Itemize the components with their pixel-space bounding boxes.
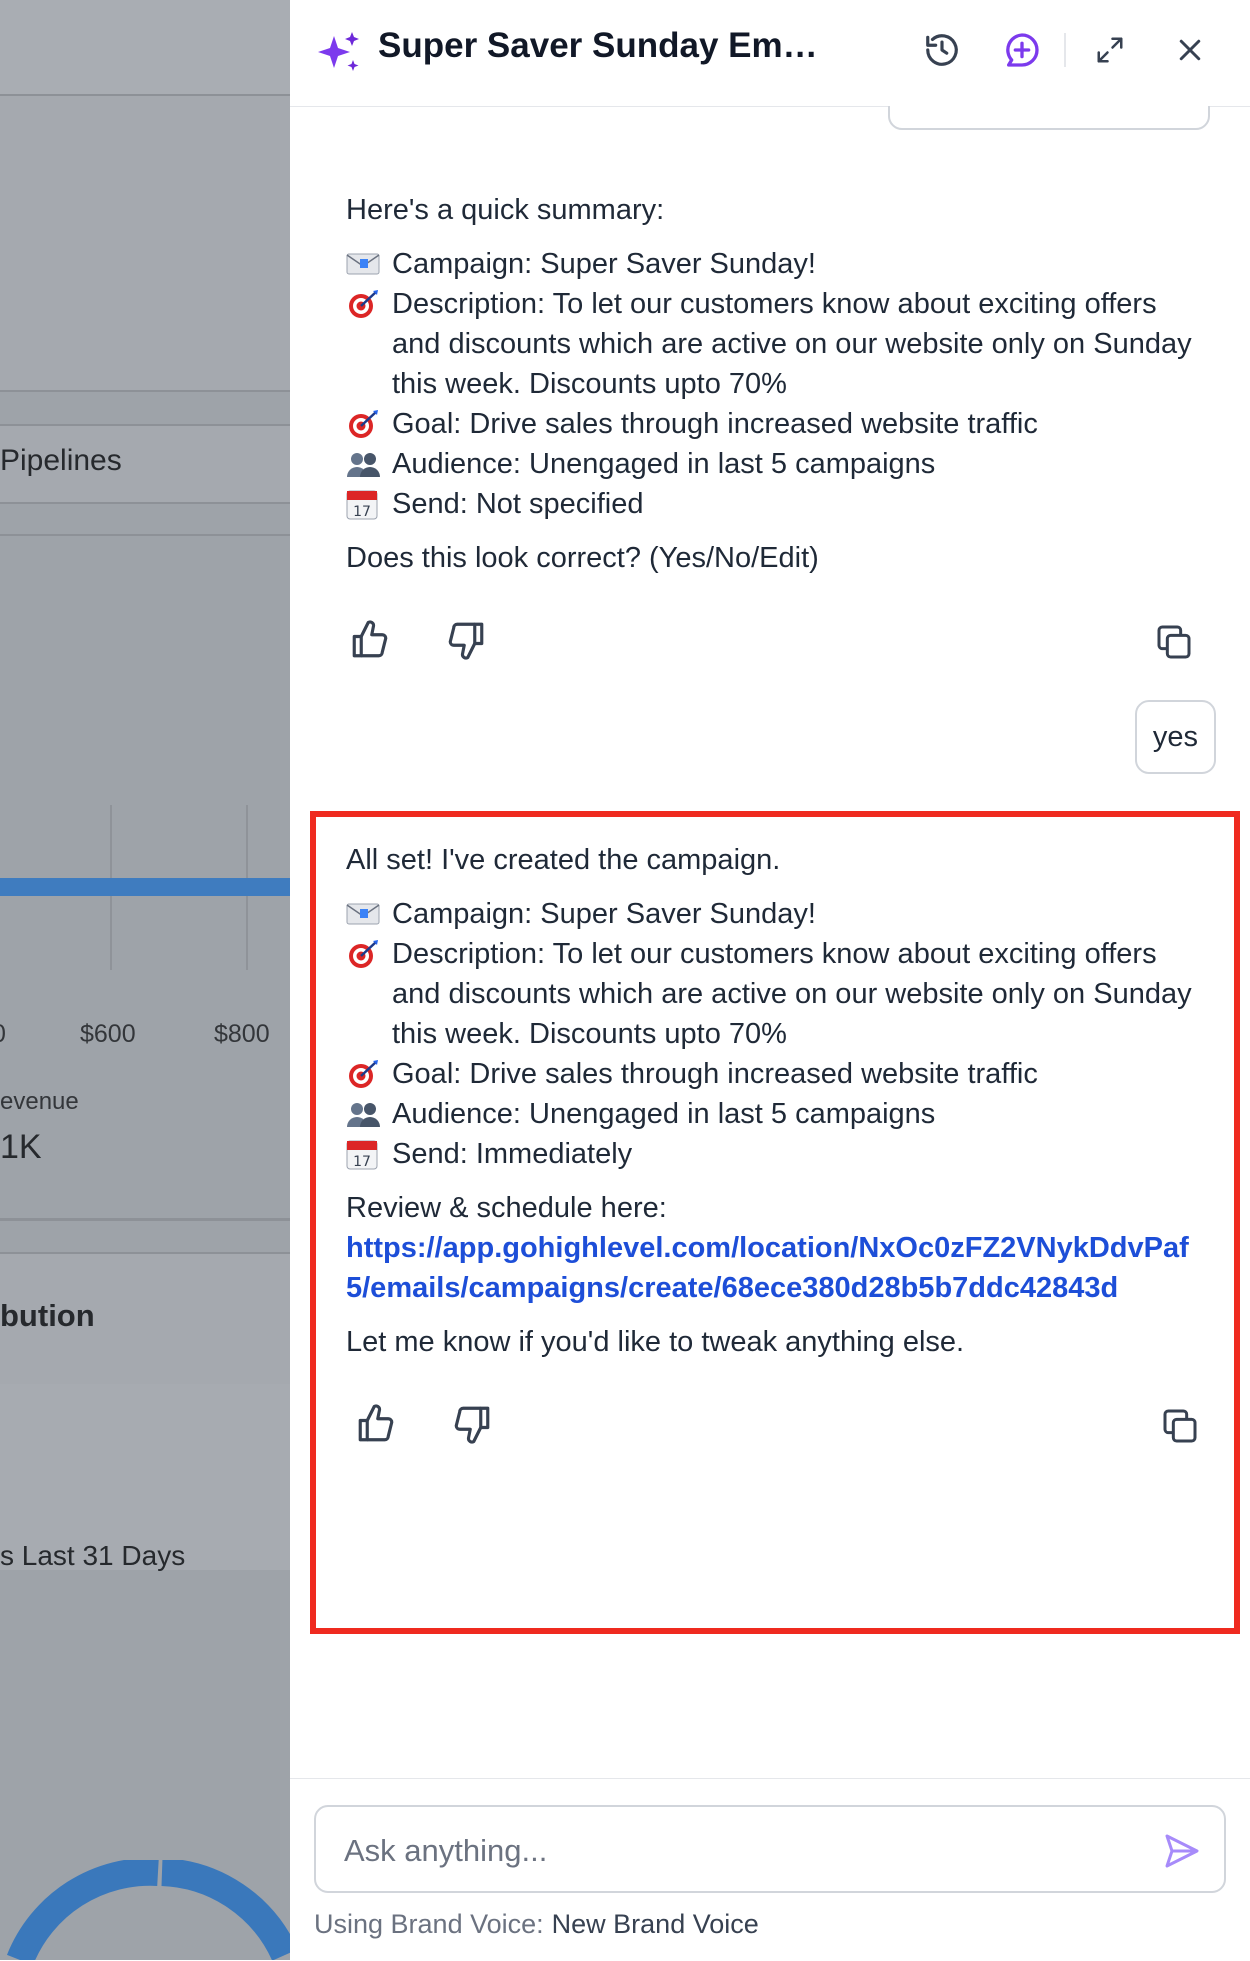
summary-line-goal: Goal: Drive sales through increased webs… [346,404,1206,444]
bg-revenue-label: evenue [0,1088,79,1115]
bg-card [0,96,290,390]
thumbs-up-button[interactable] [342,612,398,668]
bg-revenue-value: 1K [0,1128,42,1166]
thumbs-down-button[interactable] [444,1396,500,1452]
expand-button[interactable] [1086,26,1134,74]
bg-axis-label: 0 [0,1020,6,1049]
assistant-message-summary: Here's a quick summary: Campaign: Super … [346,190,1206,578]
bg-donut-chart [6,1860,290,1960]
thumbs-up-icon [352,620,388,658]
audience-icon [346,444,392,484]
bg-bar [0,878,290,896]
svg-text:17: 17 [353,504,371,520]
svg-text:17: 17 [353,1154,371,1170]
header-divider [1064,33,1066,67]
closing-text: Let me know if you'd like to tweak anyth… [346,1326,965,1358]
copy-icon [1163,1409,1197,1443]
history-icon [926,34,958,66]
bg-axis-label: $600 [80,1020,136,1048]
composer: Using Brand Voice: New Brand Voice [290,1778,1250,1961]
thumbs-down-button[interactable] [438,612,494,668]
bg-card-top [0,0,290,94]
summary-line-campaign: Campaign: Super Saver Sunday! [346,244,1206,284]
background-dashboard: Pipelines 0 $600 $800 evenue 1K bution s… [0,0,290,1960]
bg-range-label: s Last 31 Days [0,1540,186,1571]
campaign-review-link[interactable]: https://app.gohighlevel.com/location/NxO… [346,1232,1189,1304]
copy-button[interactable] [1152,1398,1208,1454]
user-message: yes [1134,700,1216,774]
history-button[interactable] [918,26,966,74]
audience-icon [346,1094,392,1134]
confirm-line-send: 17 Send: Immediately [346,1134,1206,1174]
target-icon [346,934,392,974]
calendar-icon: 17 [346,1134,392,1174]
thumbs-down-icon [454,1406,490,1444]
target-icon [346,284,392,324]
review-label: Review & schedule here: [346,1192,667,1224]
confirm-line-campaign: Campaign: Super Saver Sunday! [346,894,1206,934]
confirm-line-goal: Goal: Drive sales through increased webs… [346,1054,1206,1094]
confirmation-question: Does this look correct? (Yes/No/Edit) [346,542,819,574]
envelope-icon [346,244,392,284]
target-icon [346,404,392,444]
summary-line-send: 17 Send: Not specified [346,484,1206,524]
sparkle-icon [318,32,359,71]
summary-line-audience: Audience: Unengaged in last 5 campaigns [346,444,1206,484]
new-chat-button[interactable] [998,26,1046,74]
assistant-message-confirmation: All set! I've created the campaign. Camp… [346,840,1206,1362]
brand-voice-name[interactable]: New Brand Voice [552,1909,759,1939]
thumbs-up-icon [358,1404,394,1442]
message-intro: Here's a quick summary: [346,194,665,226]
confirm-line-description: Description: To let our customers know a… [346,934,1206,1054]
copy-button[interactable] [1146,614,1202,670]
confirm-line-audience: Audience: Unengaged in last 5 campaigns [346,1094,1206,1134]
chat-input[interactable] [342,1825,1136,1877]
bg-axis-label: $800 [214,1020,270,1048]
previous-user-message [888,106,1210,130]
conversation-title: Super Saver Sunday Ema... [378,26,818,65]
bg-divider [0,390,290,392]
bg-section-label: bution [0,1298,95,1333]
bg-divider [0,1218,290,1221]
calendar-icon: 17 [346,484,392,524]
summary-line-description: Description: To let our customers know a… [346,284,1206,404]
close-icon [1179,39,1201,61]
target-icon [346,1054,392,1094]
bg-divider [0,534,290,536]
envelope-icon [346,894,392,934]
thumbs-up-button[interactable] [348,1396,404,1452]
close-button[interactable] [1166,26,1214,74]
send-icon [1165,1834,1199,1868]
chat-input-box[interactable] [314,1805,1226,1893]
message-intro: All set! I've created the campaign. [346,844,781,876]
copy-icon [1157,625,1191,659]
new-chat-icon [1006,33,1039,67]
chat-header: Super Saver Sunday Ema... [290,0,1250,107]
bg-pipelines-label: Pipelines [0,444,122,477]
ai-chat-panel: Super Saver Sunday Ema... Here's a quick… [290,0,1250,1961]
message-list[interactable]: Here's a quick summary: Campaign: Super … [290,106,1250,1776]
send-button[interactable] [1158,1827,1206,1875]
expand-icon [1097,37,1123,63]
brand-voice-indicator: Using Brand Voice: New Brand Voice [314,1909,759,1940]
brand-voice-prefix: Using Brand Voice: [314,1909,544,1939]
thumbs-down-icon [448,622,484,660]
